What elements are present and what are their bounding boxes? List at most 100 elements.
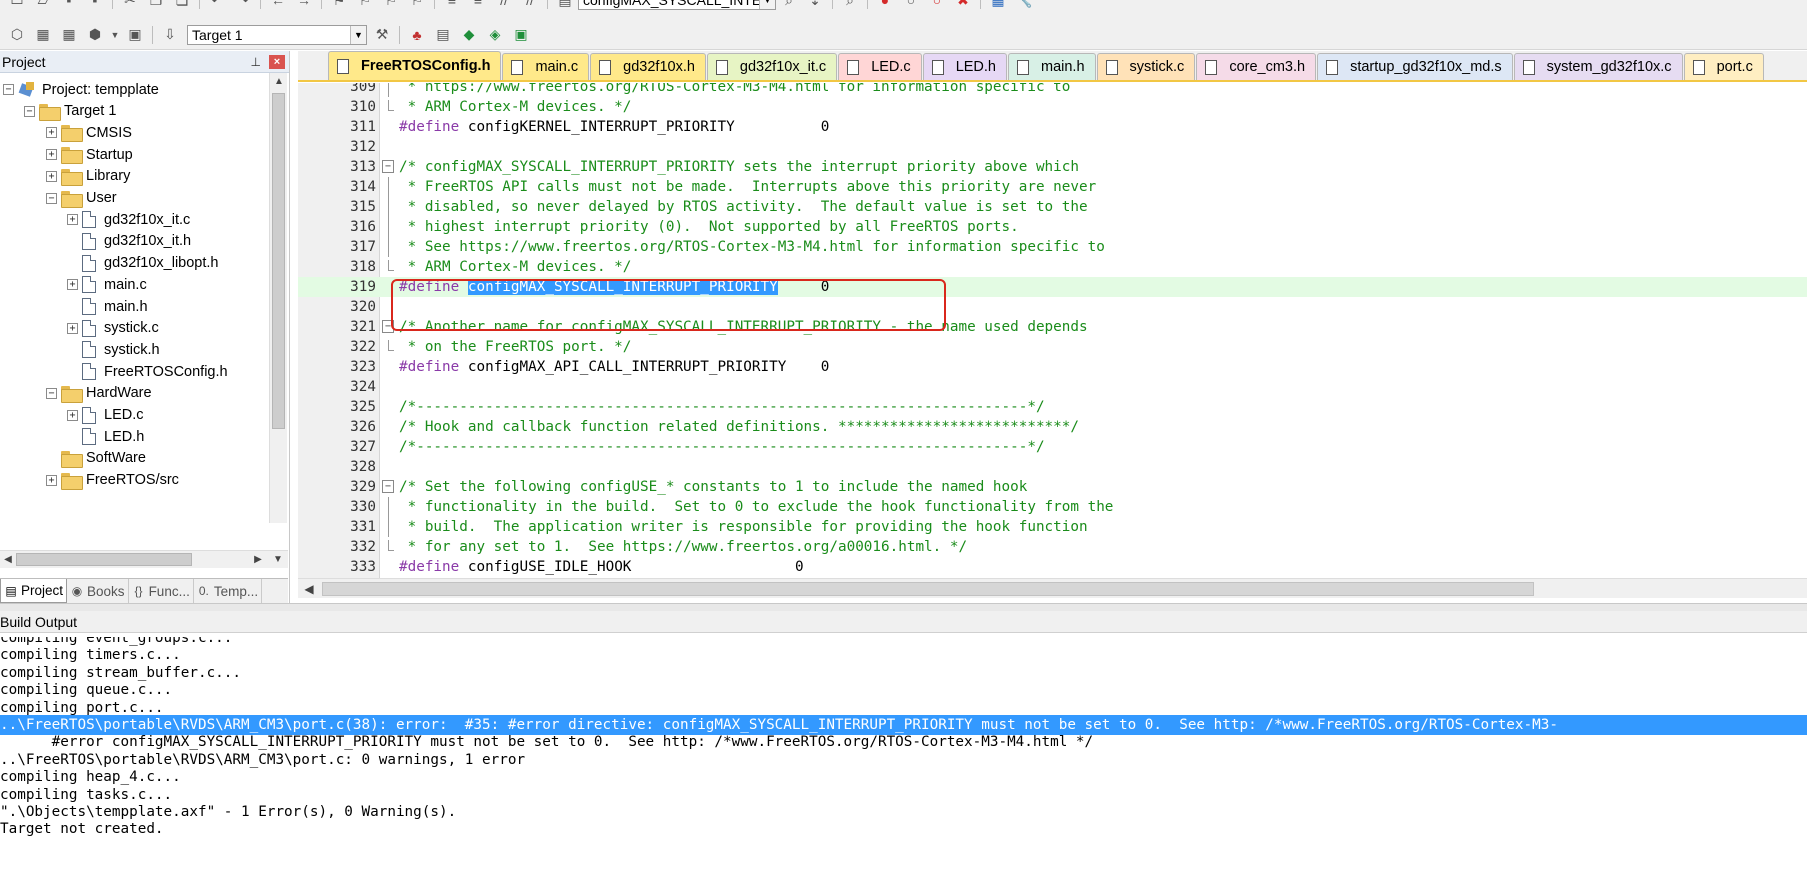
code-line[interactable]: 322 * on the FreeRTOS port. */ xyxy=(298,337,1807,357)
collapse-icon[interactable]: − xyxy=(3,84,14,95)
code-line[interactable]: 310 * ARM Cortex-M devices. */ xyxy=(298,97,1807,117)
tree-horizontal-scrollbar[interactable]: ◀ ▶ ▼ xyxy=(0,550,288,568)
window-layout-icon[interactable]: ▦ xyxy=(987,0,1009,10)
open-folder-icon[interactable]: ▱ xyxy=(32,0,54,10)
manage-project-items-icon[interactable]: ♣ xyxy=(406,25,428,45)
nav-back-icon[interactable]: ← xyxy=(267,0,289,10)
uncomment-icon[interactable]: // xyxy=(519,0,541,10)
save-all-icon[interactable]: ▪ xyxy=(84,0,106,10)
code-line[interactable]: 325 /*-----------------------------------… xyxy=(298,397,1807,417)
build-output-panel[interactable]: compiling event_groups.c... compiling tim… xyxy=(0,637,1807,880)
tree-folder-item[interactable]: + FreeRTOS/src xyxy=(46,468,179,493)
collapse-icon[interactable]: − xyxy=(46,387,57,399)
find-icon[interactable]: ⌕ xyxy=(778,0,800,10)
code-line[interactable]: 312 xyxy=(298,137,1807,157)
scroll-right-icon[interactable]: ▶ xyxy=(250,551,266,569)
editor-tab[interactable]: systick.c xyxy=(1096,53,1196,80)
find-in-files-icon[interactable]: ▤ xyxy=(554,0,576,10)
comment-icon[interactable]: // xyxy=(493,0,515,10)
scroll-left-icon[interactable]: ◀ xyxy=(0,551,16,569)
code-line[interactable]: 326 /* Hook and callback function related… xyxy=(298,417,1807,437)
pack-installer-icon[interactable]: ▣ xyxy=(510,25,532,45)
editor-tab[interactable]: LED.h xyxy=(922,53,1007,80)
redo-icon[interactable]: ↷ xyxy=(232,0,254,10)
download-icon[interactable]: ⇩ xyxy=(159,25,181,45)
select-packs-icon[interactable]: ◈ xyxy=(484,25,506,45)
code-line[interactable]: 323 #define configMAX_API_CALL_INTERRUPT_… xyxy=(298,357,1807,377)
panel-tab-books[interactable]: ◉ Books xyxy=(67,579,129,603)
build-output-line[interactable]: Target not created. xyxy=(0,819,1807,839)
editor-horizontal-scrollbar[interactable]: ◀ xyxy=(298,578,1807,598)
code-line[interactable]: 327 /*-----------------------------------… xyxy=(298,437,1807,457)
undo-icon[interactable]: ↶ xyxy=(206,0,228,10)
panel-tab-project[interactable]: ▤ Project xyxy=(0,579,68,603)
code-line[interactable]: 311 #define configKERNEL_INTERRUPT_PRIORI… xyxy=(298,117,1807,137)
new-file-icon[interactable]: ▭ xyxy=(6,0,28,10)
collapse-icon[interactable]: − xyxy=(24,105,35,117)
target-select[interactable]: Target 1 ▼ xyxy=(187,24,367,45)
code-line[interactable]: 320 xyxy=(298,297,1807,317)
expand-icon[interactable]: + xyxy=(67,409,78,421)
expand-icon[interactable]: + xyxy=(46,127,57,139)
chevron-down-icon[interactable]: ▼ xyxy=(110,25,120,45)
editor-tab[interactable]: core_cm3.h xyxy=(1196,53,1317,80)
tree-vertical-scrollbar[interactable]: ▲ xyxy=(269,73,287,523)
panel-tab-func[interactable]: {} Func... xyxy=(129,579,194,603)
configure-icon[interactable]: 🔧 xyxy=(1013,0,1035,10)
bookmark-prev-icon[interactable]: ⚐ xyxy=(354,0,376,10)
paste-icon[interactable]: ❏ xyxy=(171,0,193,10)
breakpoint-icon[interactable]: ○ xyxy=(900,0,922,10)
scrollbar-thumb[interactable] xyxy=(16,553,192,566)
breakpoint-kill-icon[interactable]: ✖ xyxy=(952,0,974,10)
stop-build-icon[interactable]: ▣ xyxy=(124,25,146,45)
fold-collapse-icon[interactable]: − xyxy=(382,480,394,493)
editor-tab[interactable]: system_gd32f10x.c xyxy=(1513,53,1683,80)
manage-run-time-env-icon[interactable]: ◆ xyxy=(458,25,480,45)
scrollbar-thumb[interactable] xyxy=(322,582,1534,596)
expand-icon[interactable]: + xyxy=(46,474,57,486)
code-line[interactable]: 309 * https://www.freertos.org/RTOS-Cort… xyxy=(298,83,1807,97)
code-line[interactable]: 313−/* configMAX_SYSCALL_INTERRUPT_PRIOR… xyxy=(298,157,1807,177)
expand-icon[interactable]: + xyxy=(67,214,78,226)
debug-start-icon[interactable]: ● xyxy=(874,0,896,10)
incremental-find-icon[interactable]: ⇣ xyxy=(804,0,826,10)
code-line[interactable]: 333 #define configUSE_IDLE_HOOK 0 xyxy=(298,557,1807,577)
editor-tab[interactable]: gd32f10x_it.c xyxy=(706,53,838,80)
panel-splitter[interactable] xyxy=(0,603,1807,611)
chevron-down-icon[interactable]: ▼ xyxy=(350,25,366,44)
indent-icon[interactable]: ≡ xyxy=(441,0,463,10)
unindent-icon[interactable]: ≡ xyxy=(467,0,489,10)
scrollbar-thumb[interactable] xyxy=(272,93,285,429)
code-line[interactable]: 321−/* Another name for configMAX_SYSCAL… xyxy=(298,317,1807,337)
batch-build-icon[interactable]: ⬢ xyxy=(84,25,106,45)
scroll-down-icon[interactable]: ▼ xyxy=(270,551,286,569)
expand-icon[interactable]: + xyxy=(46,170,57,182)
rebuild-icon[interactable]: ▦ xyxy=(58,25,80,45)
code-line[interactable]: 332 * for any set to 1. See https://www.… xyxy=(298,537,1807,557)
code-line[interactable]: 316 * highest interrupt priority (0). No… xyxy=(298,217,1807,237)
editor-tab[interactable]: port.c xyxy=(1683,53,1764,80)
nav-forward-icon[interactable]: → xyxy=(293,0,315,10)
code-line[interactable]: 324 xyxy=(298,377,1807,397)
scroll-up-icon[interactable]: ▲ xyxy=(270,73,288,91)
expand-icon[interactable]: + xyxy=(67,322,78,334)
editor-tab[interactable]: main.c xyxy=(502,53,590,80)
code-editor[interactable]: 309 * https://www.freertos.org/RTOS-Cort… xyxy=(298,83,1807,578)
target-options-icon[interactable]: ⚒ xyxy=(371,25,393,45)
code-line[interactable]: 318 * ARM Cortex-M devices. */ xyxy=(298,257,1807,277)
code-line[interactable]: 329−/* Set the following configUSE_* con… xyxy=(298,477,1807,497)
collapse-icon[interactable]: − xyxy=(46,192,57,204)
build-icon[interactable]: ▦ xyxy=(32,25,54,45)
code-line[interactable]: 330 * functionality in the build. Set to… xyxy=(298,497,1807,517)
expand-icon[interactable]: + xyxy=(67,279,78,291)
editor-tab[interactable]: main.h xyxy=(1008,53,1096,80)
file-extensions-icon[interactable]: ▤ xyxy=(432,25,454,45)
copy-icon[interactable]: ❐ xyxy=(145,0,167,10)
code-line[interactable]: 314 * FreeRTOS API calls must not be mad… xyxy=(298,177,1807,197)
fold-collapse-icon[interactable]: − xyxy=(382,320,394,333)
close-icon[interactable]: × xyxy=(269,54,285,69)
bookmark-next-icon[interactable]: ⚐ xyxy=(380,0,402,10)
code-line[interactable]: 331 * build. The application writer is r… xyxy=(298,517,1807,537)
chevron-down-icon[interactable]: ▼ xyxy=(759,0,775,9)
scroll-left-icon[interactable]: ◀ xyxy=(300,579,318,599)
